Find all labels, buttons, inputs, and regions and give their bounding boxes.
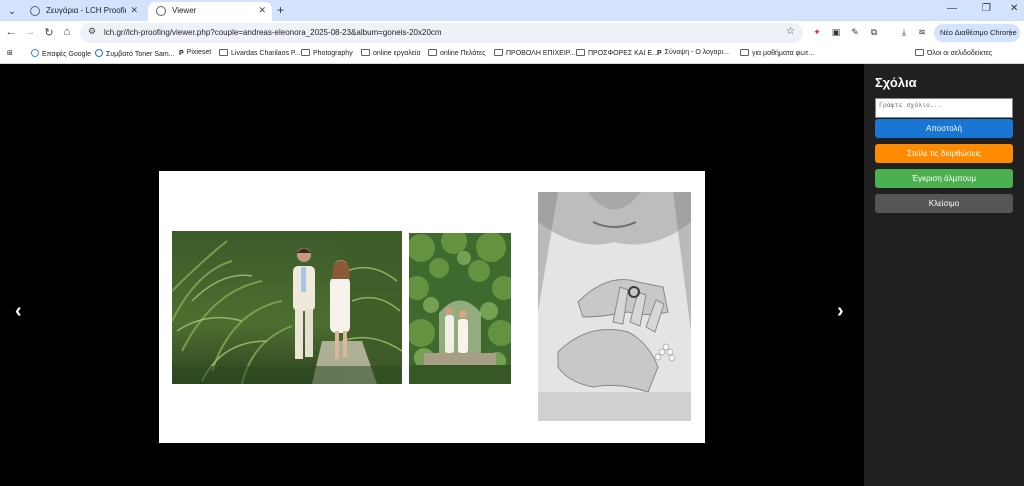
new-tab-icon[interactable]: + [277, 3, 284, 17]
forward-icon[interactable]: → [23, 26, 37, 38]
bookmarks-bar: ⊞ Επαφές Google Συμβατό Toner Sam... P Pi… [0, 45, 1024, 64]
media-icon[interactable]: ≋ [916, 26, 928, 38]
close-icon[interactable]: ✕ [258, 5, 266, 16]
bookmark-item[interactable]: Photography [301, 49, 353, 57]
bookmark-item[interactable]: Επαφές Google [31, 49, 91, 58]
bookmark-label: online Πελάτες [440, 50, 486, 57]
extension-icon[interactable]: ▣ [830, 26, 842, 38]
extension-icon[interactable]: ✦ [811, 26, 823, 38]
apps-icon[interactable]: ⊞ [7, 49, 13, 57]
kebab-menu-icon[interactable]: ⋮ [1007, 24, 1015, 42]
tab-title: Ζευγάρια - LCH Proofing [46, 6, 126, 15]
google-contacts-icon [31, 49, 39, 57]
folder-icon [915, 49, 924, 56]
bookmark-label: Σύνοψη - Ο λογαρι... [664, 49, 729, 56]
restore-icon[interactable]: ❐ [982, 3, 991, 14]
tab-search-icon[interactable]: ⌄ [5, 4, 19, 18]
couple-walking-photo [172, 231, 402, 384]
bookmark-label: ΠΡΟΣΦΟΡΕΣ ΚΑΙ Ε... [588, 50, 658, 57]
bookmark-item[interactable]: P Pixieset [179, 49, 211, 57]
bookmark-label: Pixieset [186, 49, 212, 56]
folder-icon [740, 49, 749, 56]
puzzle-icon[interactable]: ⧉ [868, 26, 880, 38]
address-bar[interactable]: ⚙ lch.gr//lch-proofing/viewer.php?couple… [80, 23, 803, 43]
bookmark-label: για μαθήματα φωτ... [752, 50, 815, 57]
page-icon [219, 49, 228, 56]
bookmark-label: online εργαλεία [373, 50, 421, 57]
bookmark-item[interactable]: για μαθήματα φωτ... [740, 49, 814, 57]
bookmark-label: Συμβατό Toner Sam... [106, 51, 175, 58]
bookmark-item[interactable]: online εργαλεία [361, 49, 421, 57]
send-corrections-button[interactable]: Στείλε τις διορθώσεις [875, 144, 1013, 163]
comment-input[interactable] [875, 98, 1013, 118]
bookmark-label: Photography [313, 50, 353, 57]
bookmark-label: ΠΡΟΒΟΛΗ ΕΠΙΧΕΙΡ... [506, 50, 576, 57]
bookmark-item[interactable]: online Πελάτες [428, 49, 486, 57]
pixieset-icon: P [657, 50, 662, 57]
bookmark-item[interactable]: Συμβατό Toner Sam... [95, 49, 175, 58]
bookmark-label: Όλοι οι σελιδοδείκτες [927, 50, 993, 57]
close-icon[interactable]: ✕ [130, 5, 138, 16]
send-comment-button[interactable]: Αποστολή [875, 119, 1013, 138]
approve-album-button[interactable]: Έγκριση άλμπουμ [875, 169, 1013, 188]
pixieset-icon: P [179, 50, 184, 57]
browser-toolbar: ← → ↻ ⌂ ⚙ lch.gr//lch-proofing/viewer.ph… [0, 21, 1024, 45]
prev-page-button[interactable]: ‹ [15, 300, 22, 323]
back-icon[interactable]: ← [4, 26, 18, 38]
couple-garden-arch-photo [409, 233, 511, 384]
download-icon[interactable]: ⤓ [898, 26, 910, 38]
bookmark-label: Επαφές Google [42, 51, 91, 58]
bookmark-star-icon[interactable]: ☆ [786, 26, 795, 37]
chrome-update-label: Νέο Διαθέσιμο Chrome [940, 28, 1017, 37]
comments-title: Σχόλια [875, 75, 917, 90]
window-close-icon[interactable]: ✕ [1010, 3, 1018, 14]
site-info-icon[interactable]: ⚙ [88, 26, 96, 37]
folder-icon [494, 49, 503, 56]
bookmark-item[interactable]: ΠΡΟΒΟΛΗ ΕΠΙΧΕΙΡ... [494, 49, 575, 57]
album-spread [159, 171, 705, 443]
folder-icon [576, 49, 585, 56]
minimize-icon[interactable]: — [947, 3, 957, 14]
hands-rings-bw-photo [538, 192, 691, 421]
tab-title: Viewer [172, 6, 197, 15]
globe-icon [30, 6, 40, 16]
pen-icon[interactable]: ✎ [849, 26, 861, 38]
all-bookmarks[interactable]: Όλοι οι σελιδοδείκτες [915, 49, 992, 57]
bookmark-item[interactable]: Livardas Charilaos P... [219, 49, 301, 57]
bookmark-item[interactable]: ΠΡΟΣΦΟΡΕΣ ΚΑΙ Ε... [576, 49, 658, 57]
home-icon[interactable]: ⌂ [60, 26, 74, 38]
folder-icon [361, 49, 370, 56]
tab-viewer[interactable]: Viewer ✕ [148, 2, 272, 21]
tab-strip: ⌄ Ζευγάρια - LCH Proofing ✕ Viewer ✕ + —… [0, 0, 1024, 21]
bookmark-item[interactable]: P Σύνοψη - Ο λογαρι... [657, 49, 729, 57]
globe-icon [95, 49, 103, 57]
close-button[interactable]: Κλείσιμο [875, 194, 1013, 213]
reload-icon[interactable]: ↻ [42, 26, 56, 39]
next-page-button[interactable]: › [837, 300, 844, 323]
folder-icon [301, 49, 310, 56]
folder-icon [428, 49, 437, 56]
tab-couples[interactable]: Ζευγάρια - LCH Proofing ✕ [22, 2, 144, 21]
chrome-update-button[interactable]: Νέο Διαθέσιμο Chrome ⋮ [934, 24, 1020, 42]
bookmark-label: Livardas Charilaos P... [231, 50, 301, 57]
comments-sidebar: Σχόλια Αποστολή Στείλε τις διορθώσεις Έγ… [864, 64, 1024, 486]
globe-icon [156, 6, 166, 16]
url-text[interactable]: lch.gr//lch-proofing/viewer.php?couple=a… [104, 28, 442, 37]
